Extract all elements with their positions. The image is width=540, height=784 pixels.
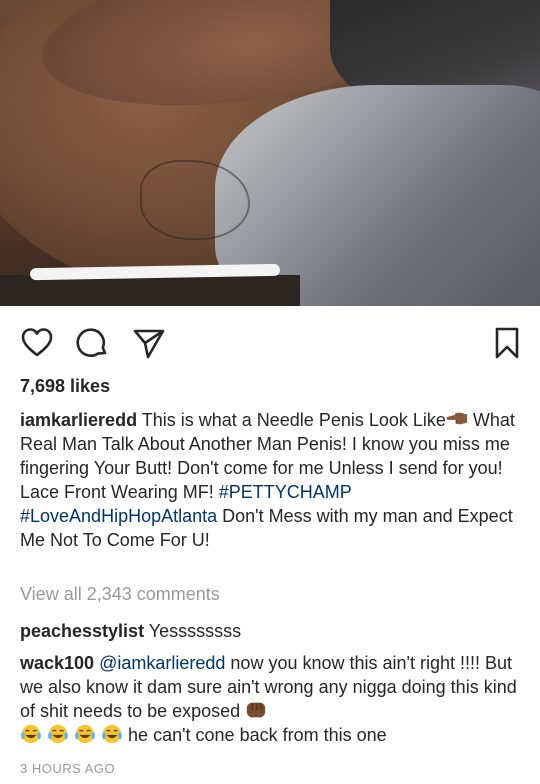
face-with-tears-of-joy-emoji bbox=[21, 724, 41, 744]
post-timestamp: 3 HOURS AGO bbox=[20, 761, 116, 776]
caption-text-1: This is what a Needle Penis Look Like bbox=[137, 410, 446, 430]
like-button[interactable] bbox=[20, 326, 54, 360]
save-button[interactable] bbox=[490, 326, 524, 360]
comment-username[interactable]: peachesstylist bbox=[20, 621, 144, 641]
hashtag-pettychamp[interactable]: #PETTYCHAMP bbox=[219, 482, 352, 502]
paper-plane-icon bbox=[133, 329, 165, 359]
comment-mention[interactable]: @iamkarlieredd bbox=[99, 653, 225, 673]
backhand-index-pointing-left-emoji bbox=[446, 412, 467, 425]
comment-username[interactable]: wack100 bbox=[20, 653, 94, 673]
face-with-tears-of-joy-emoji bbox=[48, 724, 68, 744]
comment-text-end: he can't cone back from this one bbox=[123, 725, 387, 745]
caption-username[interactable]: iamkarlieredd bbox=[20, 410, 137, 430]
face-with-tears-of-joy-emoji bbox=[102, 724, 122, 744]
oncoming-fist-emoji bbox=[247, 702, 266, 718]
post-caption: iamkarlieredd This is what a Needle Peni… bbox=[20, 408, 525, 552]
comment-item: wack100 @iamkarlieredd now you know this… bbox=[20, 651, 525, 747]
comment-bubble-icon bbox=[76, 328, 107, 357]
bookmark-icon bbox=[495, 327, 519, 359]
share-button[interactable] bbox=[132, 326, 166, 360]
post-photo[interactable] bbox=[0, 0, 540, 306]
post-action-bar bbox=[0, 318, 540, 368]
comment-button[interactable] bbox=[76, 326, 110, 360]
comment-text: now you know this ain't right !!!! But w… bbox=[20, 653, 517, 721]
heart-icon bbox=[21, 328, 53, 357]
view-all-comments-link[interactable]: View all 2,343 comments bbox=[20, 584, 220, 605]
comment-item: peachesstylist Yessssssss bbox=[20, 619, 525, 643]
hashtag-loveandhiphopatlanta[interactable]: #LoveAndHipHopAtlanta bbox=[20, 506, 217, 526]
face-with-tears-of-joy-emoji bbox=[75, 724, 95, 744]
comment-text: Yessssssss bbox=[144, 621, 242, 641]
like-count[interactable]: 7,698 likes bbox=[20, 376, 110, 397]
